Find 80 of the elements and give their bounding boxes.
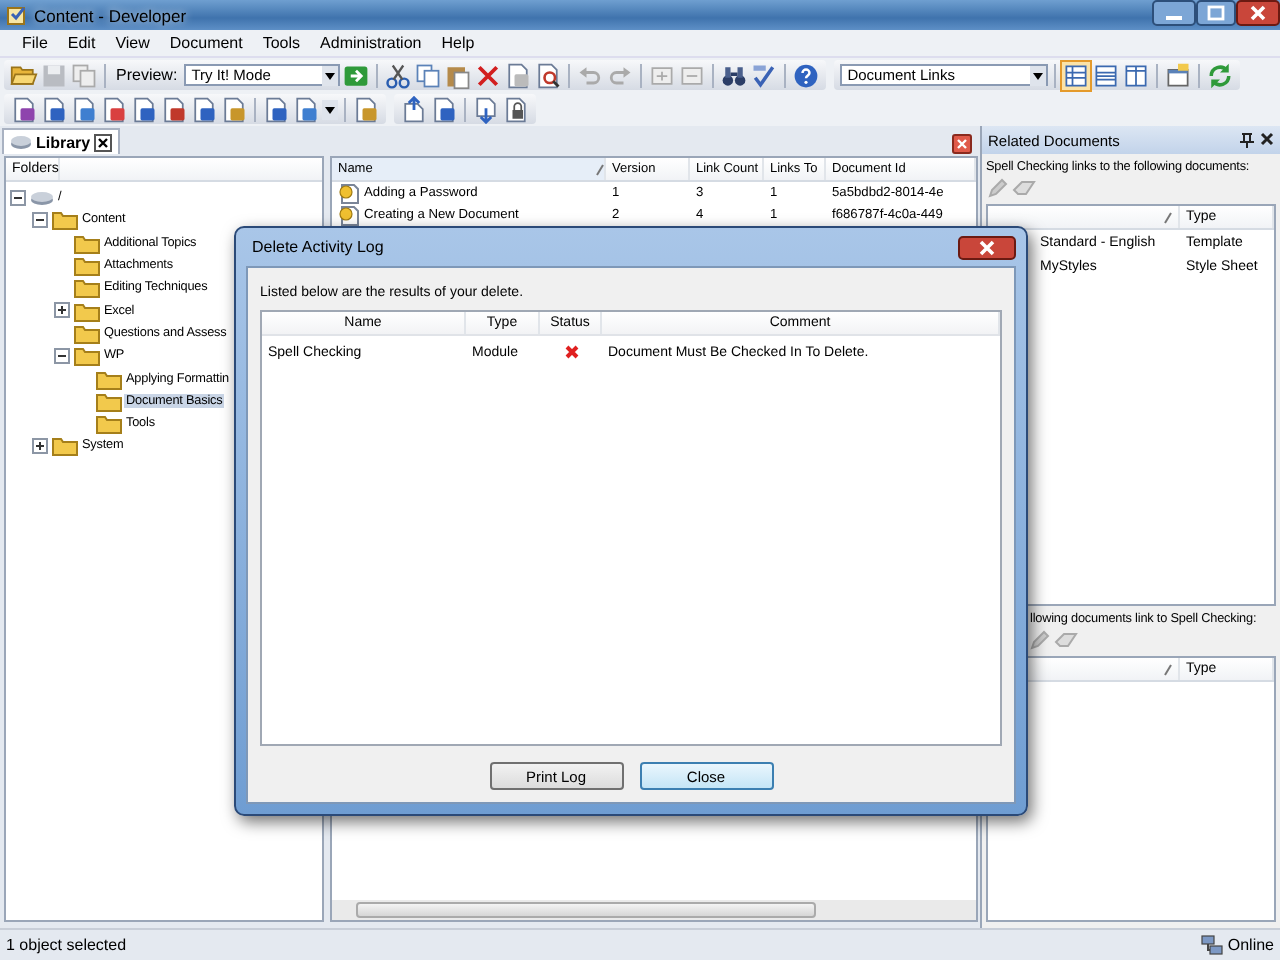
document-icon (338, 183, 360, 203)
document-icon[interactable] (130, 95, 158, 123)
properties-icon[interactable] (1163, 61, 1192, 89)
document-icon[interactable] (352, 95, 380, 123)
folder-icon (96, 389, 122, 412)
connection-status: Online (1227, 936, 1274, 954)
library-tab[interactable]: Library (2, 128, 121, 154)
caret-icon (322, 99, 338, 119)
rows-layout-icon[interactable] (1091, 61, 1120, 89)
horizontal-scrollbar[interactable] (332, 900, 976, 920)
drive-icon (10, 134, 32, 150)
menu-item[interactable]: Administration (310, 34, 432, 52)
folder-icon (74, 321, 100, 344)
close-button[interactable] (958, 235, 1016, 259)
sort-indicator-icon (1164, 663, 1172, 675)
search-icon[interactable] (533, 61, 562, 89)
folder-icon (74, 231, 100, 254)
menu-item[interactable]: Help (431, 34, 485, 52)
menu-item[interactable]: Edit (57, 34, 106, 52)
caret-icon (321, 65, 338, 85)
close-panel-icon[interactable] (952, 134, 972, 154)
network-icon (1199, 934, 1224, 956)
close-button[interactable] (1236, 0, 1280, 26)
lock-document-icon[interactable] (502, 95, 530, 123)
minimize-button[interactable] (1152, 0, 1196, 26)
menu-item[interactable]: File (12, 34, 58, 52)
folder-icon (96, 412, 122, 435)
caret-icon (1029, 65, 1046, 85)
refresh-icon[interactable] (1205, 61, 1234, 89)
document-icon[interactable] (100, 95, 128, 123)
binoculars-icon[interactable] (719, 61, 748, 89)
document-icon[interactable] (10, 95, 38, 123)
collapse-toggle[interactable] (54, 347, 70, 364)
pin-icon[interactable] (1240, 132, 1254, 148)
open-folder-icon[interactable] (10, 61, 38, 89)
folder-icon (52, 208, 78, 231)
folder-icon (52, 434, 78, 457)
expand-toggle[interactable] (54, 302, 70, 319)
go-icon[interactable] (341, 61, 370, 89)
upload-icon[interactable] (400, 95, 428, 123)
spell-check-icon[interactable] (749, 61, 778, 89)
document-icon[interactable] (220, 95, 248, 123)
document-icon[interactable] (503, 61, 532, 89)
download-icon[interactable] (472, 95, 500, 123)
sort-indicator-icon (596, 163, 604, 175)
sort-indicator-icon (1164, 211, 1172, 223)
status-message: 1 object selected (6, 936, 127, 954)
document-icon[interactable] (160, 95, 188, 123)
menu-item[interactable]: Tools (252, 34, 311, 52)
drive-icon (30, 188, 54, 207)
document-icon (338, 205, 360, 225)
pencil-icon[interactable] (1030, 630, 1050, 650)
collapse-toggle[interactable] (10, 189, 26, 206)
close-icon[interactable] (94, 133, 113, 151)
columns-layout-icon[interactable] (1121, 61, 1150, 89)
preview-label: Preview: (114, 66, 180, 84)
dialog-title: Delete Activity Log (252, 238, 384, 256)
help-icon[interactable] (791, 61, 820, 89)
expand-toggle[interactable] (32, 437, 48, 454)
grid-layout-icon[interactable] (1061, 61, 1090, 89)
document-icon[interactable] (70, 95, 98, 123)
document-icon[interactable] (430, 95, 458, 123)
copy-icon[interactable] (413, 61, 442, 89)
close-icon[interactable] (1260, 132, 1274, 146)
folder-icon (74, 299, 100, 322)
delete-icon[interactable] (473, 61, 502, 89)
menu-item[interactable]: View (105, 34, 160, 52)
document-icon[interactable] (190, 95, 218, 123)
document-icon[interactable] (40, 95, 68, 123)
paste-icon[interactable] (443, 61, 472, 89)
collapse-toggle[interactable] (32, 211, 48, 228)
app-icon (6, 4, 28, 26)
cut-icon[interactable] (383, 61, 412, 89)
folder-icon (74, 344, 100, 367)
menu-item[interactable]: Document (159, 34, 253, 52)
maximize-button[interactable] (1196, 0, 1236, 26)
window-title: Content - Developer (34, 5, 187, 25)
folder-icon (74, 276, 100, 299)
folder-icon (74, 254, 100, 277)
folder-icon (96, 367, 122, 390)
